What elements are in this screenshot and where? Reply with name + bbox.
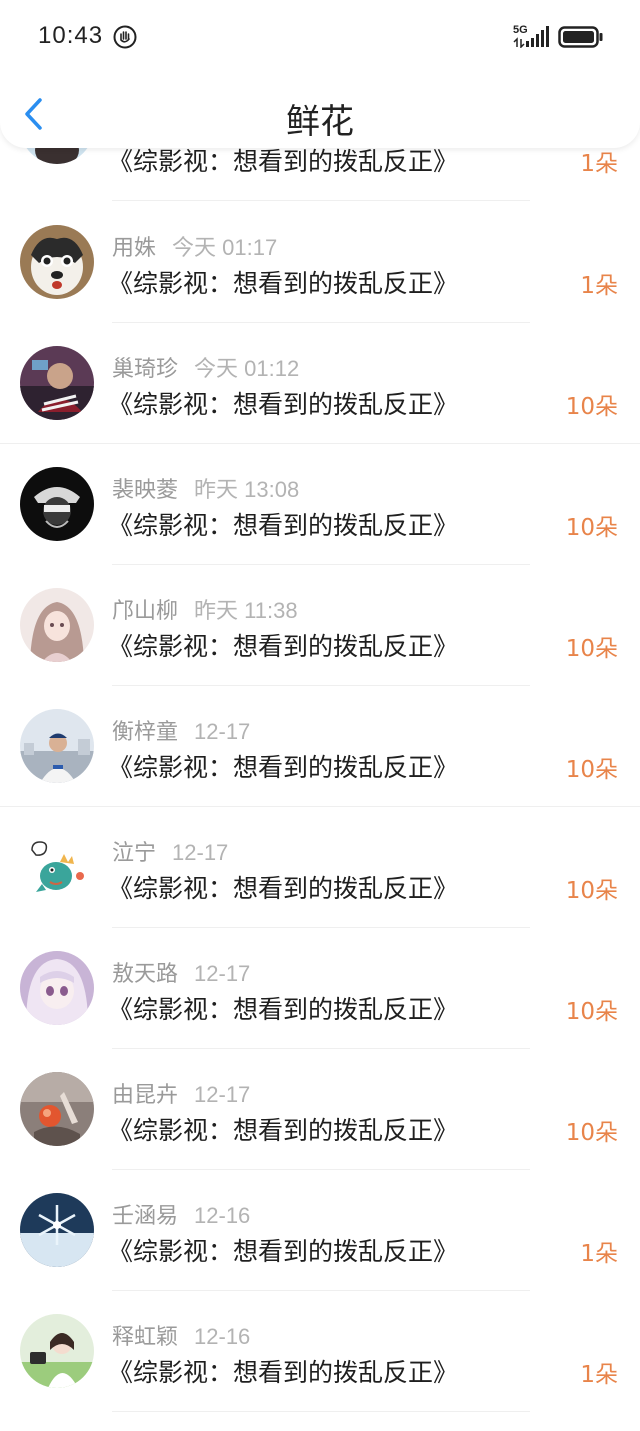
avatar — [20, 225, 94, 299]
avatar — [20, 830, 94, 904]
book-title: 《综影视：想看到的拨乱反正》 — [108, 1237, 459, 1266]
flower-count: 10朵 — [565, 515, 618, 541]
book-title: 《综影视：想看到的拨乱反正》 — [108, 874, 459, 903]
list-item[interactable]: 敖天路 12-17 《综影视：想看到的拨乱反正》 10朵 — [0, 928, 640, 1049]
flower-count: 10朵 — [565, 878, 618, 904]
user-line: 泣宁 12-17 — [112, 835, 228, 867]
book-title: 《综影视：想看到的拨乱反正》 — [108, 632, 459, 661]
timestamp: 12-17 — [194, 719, 251, 744]
user-name: 用姝 — [112, 236, 157, 261]
user-line: 敖天路 12-17 — [112, 956, 250, 988]
list-item[interactable]: 衡梓童 12-17 《综影视：想看到的拨乱反正》 10朵 — [0, 686, 640, 807]
divider — [112, 200, 530, 201]
flower-count: 10朵 — [565, 999, 618, 1025]
list-item[interactable]: 壬涵易 12-16 《综影视：想看到的拨乱反正》 1朵 — [0, 1170, 640, 1291]
avatar — [20, 588, 94, 662]
list-item[interactable]: 用姝 今天 01:17 《综影视：想看到的拨乱反正》 1朵 — [0, 202, 640, 323]
user-name: 泣宁 — [112, 841, 157, 866]
timestamp: 12-17 — [194, 1082, 251, 1107]
book-title: 《综影视：想看到的拨乱反正》 — [108, 390, 459, 419]
user-name: 巢琦珍 — [112, 357, 179, 382]
user-line: 壬涵易 12-16 — [112, 1198, 250, 1230]
nav-bar: 鲜花 — [0, 80, 640, 148]
user-line: 用姝 今天 01:17 — [112, 230, 277, 262]
flower-count: 1朵 — [580, 1241, 618, 1267]
avatar — [20, 951, 94, 1025]
flower-count: 10朵 — [565, 1120, 618, 1146]
flower-count: 1朵 — [580, 273, 618, 299]
status-bar: 10:43 5G — [0, 0, 640, 76]
user-line: 释虹颖 12-16 — [112, 1319, 250, 1351]
user-name: 邝山柳 — [112, 599, 179, 624]
user-name: 释虹颖 — [112, 1325, 179, 1350]
list-item[interactable]: 邝山柳 昨天 11:38 《综影视：想看到的拨乱反正》 10朵 — [0, 565, 640, 686]
flower-count: 10朵 — [565, 394, 618, 420]
avatar — [20, 1314, 94, 1388]
flower-count: 10朵 — [565, 636, 618, 662]
timestamp: 12-17 — [172, 840, 229, 865]
avatar — [20, 1193, 94, 1267]
book-title: 《综影视：想看到的拨乱反正》 — [108, 753, 459, 782]
user-line: 巢琦珍 今天 01:12 — [112, 351, 299, 383]
user-line: 邝山柳 昨天 11:38 — [112, 593, 298, 625]
user-line: 由昆卉 12-17 — [112, 1077, 250, 1109]
user-name: 裴映菱 — [112, 478, 179, 503]
user-name: 由昆卉 — [112, 1083, 179, 1108]
list-item[interactable]: 巢琦珍 今天 01:12 《综影视：想看到的拨乱反正》 10朵 — [0, 323, 640, 444]
book-title: 《综影视：想看到的拨乱反正》 — [108, 1116, 459, 1145]
user-line: 衡梓童 12-17 — [112, 714, 250, 746]
clock: 10:43 — [38, 22, 104, 49]
avatar — [20, 709, 94, 783]
user-name: 壬涵易 — [112, 1204, 179, 1229]
book-title: 《综影视：想看到的拨乱反正》 — [108, 1358, 459, 1387]
book-title: 《综影视：想看到的拨乱反正》 — [108, 995, 459, 1024]
list-item[interactable]: 裴映菱 昨天 13:08 《综影视：想看到的拨乱反正》 10朵 — [0, 444, 640, 565]
user-name: 敖天路 — [112, 962, 179, 987]
top-header: 10:43 5G 鲜花 — [0, 0, 640, 148]
timestamp: 昨天 13:08 — [194, 477, 300, 502]
book-title: 《综影视：想看到的拨乱反正》 — [108, 269, 459, 298]
avatar — [20, 467, 94, 541]
list-item[interactable]: 由昆卉 12-17 《综影视：想看到的拨乱反正》 10朵 — [0, 1049, 640, 1170]
hand-icon — [113, 25, 137, 49]
user-name: 衡梓童 — [112, 720, 179, 745]
signal-icon — [513, 26, 549, 48]
timestamp: 今天 01:17 — [172, 235, 278, 260]
divider — [112, 1411, 530, 1412]
page-title: 鲜花 — [286, 102, 354, 142]
timestamp: 昨天 11:38 — [194, 598, 298, 623]
list-item[interactable]: 释虹颖 12-16 《综影视：想看到的拨乱反正》 1朵 — [0, 1291, 640, 1412]
avatar — [20, 346, 94, 420]
battery-icon — [558, 26, 603, 48]
timestamp: 12-16 — [194, 1324, 251, 1349]
flower-count: 10朵 — [565, 757, 618, 783]
list-item[interactable]: 泣宁 12-17 《综影视：想看到的拨乱反正》 10朵 — [0, 807, 640, 928]
flower-count: 1朵 — [580, 151, 618, 177]
flower-count: 1朵 — [580, 1362, 618, 1388]
timestamp: 12-16 — [194, 1203, 251, 1228]
avatar — [20, 1072, 94, 1146]
timestamp: 12-17 — [194, 961, 251, 986]
book-title: 《综影视：想看到的拨乱反正》 — [108, 511, 459, 540]
user-line: 裴映菱 昨天 13:08 — [112, 472, 299, 504]
timestamp: 今天 01:12 — [194, 356, 300, 381]
